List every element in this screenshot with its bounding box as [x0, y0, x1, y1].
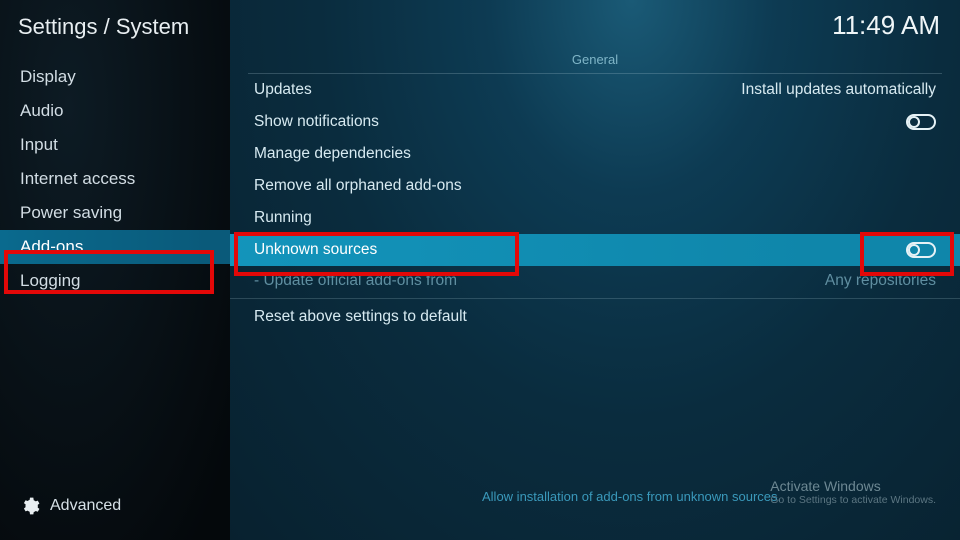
windows-watermark: Activate Windows Go to Settings to activ… — [770, 478, 936, 506]
sidebar-item-add-ons[interactable]: Add-ons — [0, 230, 230, 264]
settings-level-label: Advanced — [50, 497, 121, 515]
main-panel: 11:49 AM General Updates Install updates… — [230, 0, 960, 540]
row-value: Any repositories — [825, 272, 936, 290]
sidebar: Settings / System Display Audio Input In… — [0, 0, 230, 540]
row-value: Install updates automatically — [741, 81, 936, 99]
row-unknown-sources[interactable]: Unknown sources — [230, 234, 960, 266]
clock: 11:49 AM — [832, 10, 940, 41]
row-manage-dependencies[interactable]: Manage dependencies — [230, 138, 960, 170]
row-label: Manage dependencies — [254, 145, 411, 163]
toggle-show-notifications[interactable] — [906, 114, 936, 130]
sidebar-item-internet-access[interactable]: Internet access — [0, 162, 230, 196]
settings-rows: Updates Install updates automatically Sh… — [230, 74, 960, 333]
row-remove-orphaned[interactable]: Remove all orphaned add-ons — [230, 170, 960, 202]
breadcrumb: Settings / System — [0, 0, 230, 60]
row-label: - Update official add-ons from — [254, 272, 457, 290]
settings-level-button[interactable]: Advanced — [0, 480, 230, 540]
row-label: Remove all orphaned add-ons — [254, 177, 462, 195]
watermark-line1: Activate Windows — [770, 478, 936, 494]
row-reset-defaults[interactable]: Reset above settings to default — [230, 301, 960, 333]
row-running[interactable]: Running — [230, 202, 960, 234]
row-update-official-addons[interactable]: - Update official add-ons from Any repos… — [230, 266, 960, 299]
row-label: Updates — [254, 81, 312, 99]
row-updates[interactable]: Updates Install updates automatically — [230, 74, 960, 106]
sidebar-item-input[interactable]: Input — [0, 128, 230, 162]
sidebar-item-logging[interactable]: Logging — [0, 264, 230, 298]
watermark-line2: Go to Settings to activate Windows. — [770, 494, 936, 506]
toggle-unknown-sources[interactable] — [906, 242, 936, 258]
setting-hint: Allow installation of add-ons from unkno… — [482, 489, 781, 504]
gear-icon — [20, 496, 40, 516]
row-label: Show notifications — [254, 113, 379, 131]
row-label: Running — [254, 209, 312, 227]
sidebar-item-display[interactable]: Display — [0, 60, 230, 94]
row-show-notifications[interactable]: Show notifications — [230, 106, 960, 138]
section-header: General — [248, 52, 942, 74]
row-label: Reset above settings to default — [254, 308, 467, 326]
sidebar-item-audio[interactable]: Audio — [0, 94, 230, 128]
sidebar-nav: Display Audio Input Internet access Powe… — [0, 60, 230, 480]
sidebar-item-power-saving[interactable]: Power saving — [0, 196, 230, 230]
row-label: Unknown sources — [254, 241, 377, 259]
